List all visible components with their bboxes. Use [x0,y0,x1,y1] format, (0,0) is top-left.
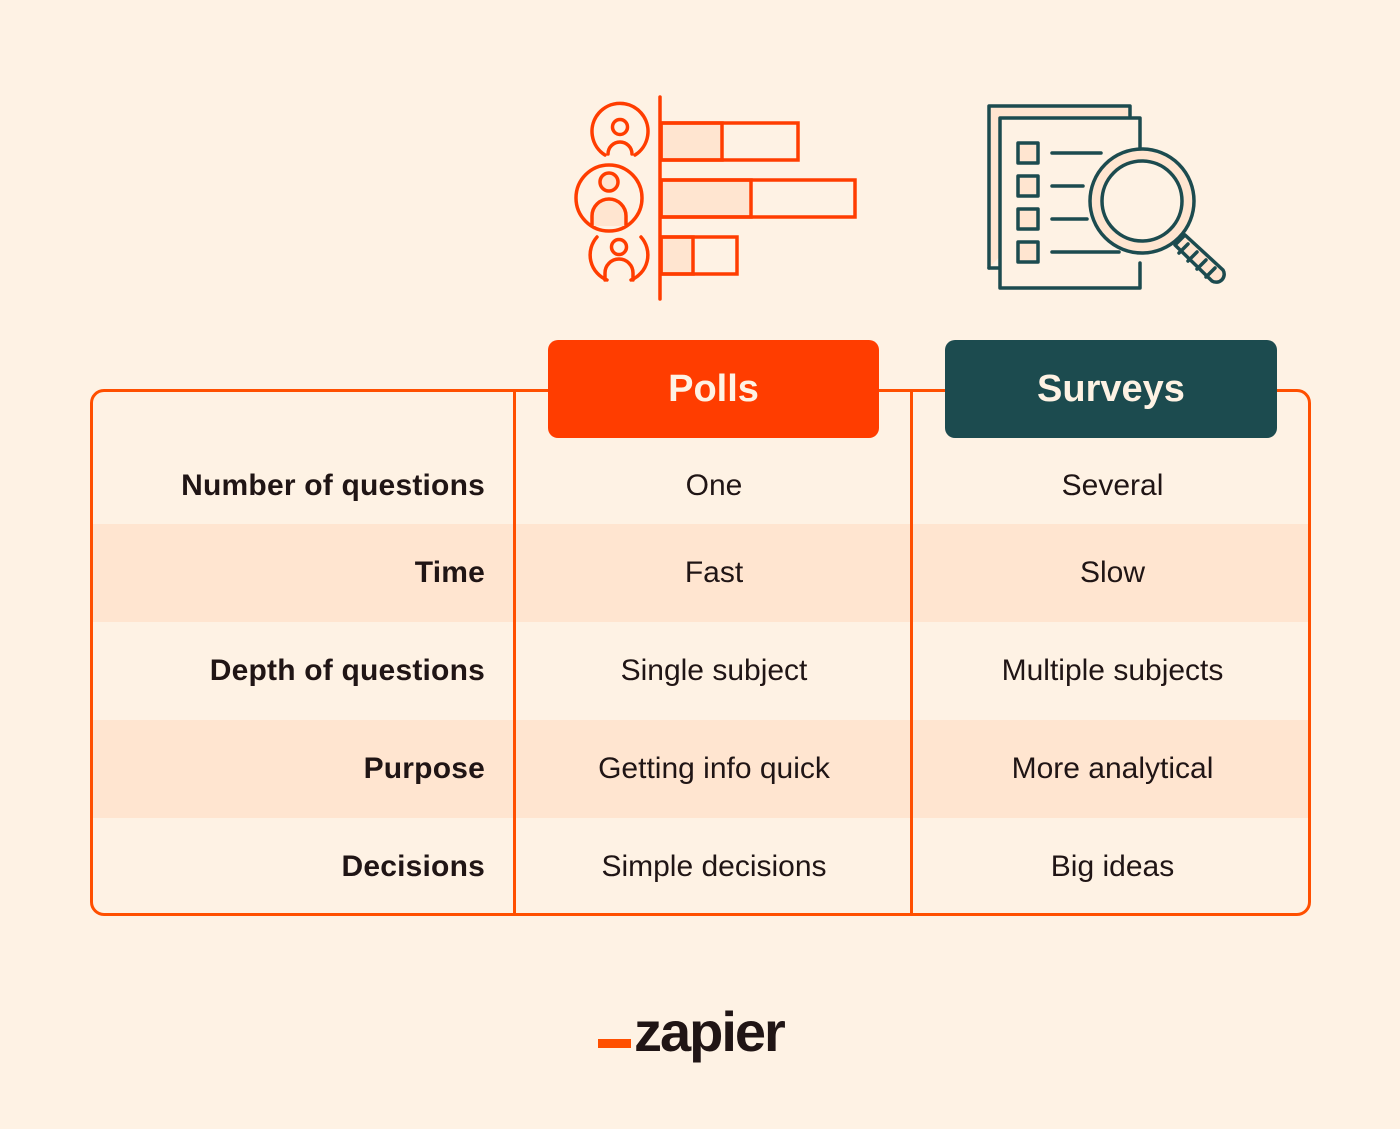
zapier-logo: zapier [598,990,786,1063]
table-row: Time Fast Slow [93,524,1308,622]
surveys-value: Multiple subjects [1001,654,1224,687]
row-label: Purpose [363,752,485,785]
surveys-value: Big ideas [1050,850,1175,883]
comparison-table: Number of questions One Several Time Fas… [90,389,1311,916]
column-divider [513,389,516,916]
polls-header: Polls [548,340,879,438]
bar-1-fill [659,121,724,162]
checkbox-icon [1016,240,1040,264]
table-row: Purpose Getting info quick More analytic… [93,720,1308,818]
row-label: Depth of questions [209,654,485,687]
row-label: Decisions [341,850,485,883]
surveys-header: Surveys [945,340,1277,438]
checkbox-icon [1016,141,1040,165]
person-icon [590,101,650,157]
logo-underscore [598,1039,631,1048]
bar-3-fill [659,235,695,276]
surveys-value: Slow [1079,556,1146,589]
person-icon [574,163,644,233]
polls-value: Getting info quick [598,752,830,785]
poll-icon [574,95,857,301]
checkbox-icon [1016,174,1040,198]
surveys-value: More analytical [1011,752,1214,785]
polls-value: Single subject [620,654,808,687]
logo-text: zapier [634,1000,786,1063]
bar-2-fill [659,178,753,219]
survey-icon [987,104,1226,290]
polls-value: Simple decisions [601,850,827,883]
table-row: Depth of questions Single subject Multip… [93,622,1308,720]
column-divider [910,389,913,916]
person-icon [588,235,650,282]
row-label: Number of questions [181,469,485,502]
row-label: Time [414,556,485,589]
polls-value: Fast [684,556,744,589]
checkbox-icon [1016,207,1040,231]
table-row: Decisions Simple decisions Big ideas [93,818,1308,913]
